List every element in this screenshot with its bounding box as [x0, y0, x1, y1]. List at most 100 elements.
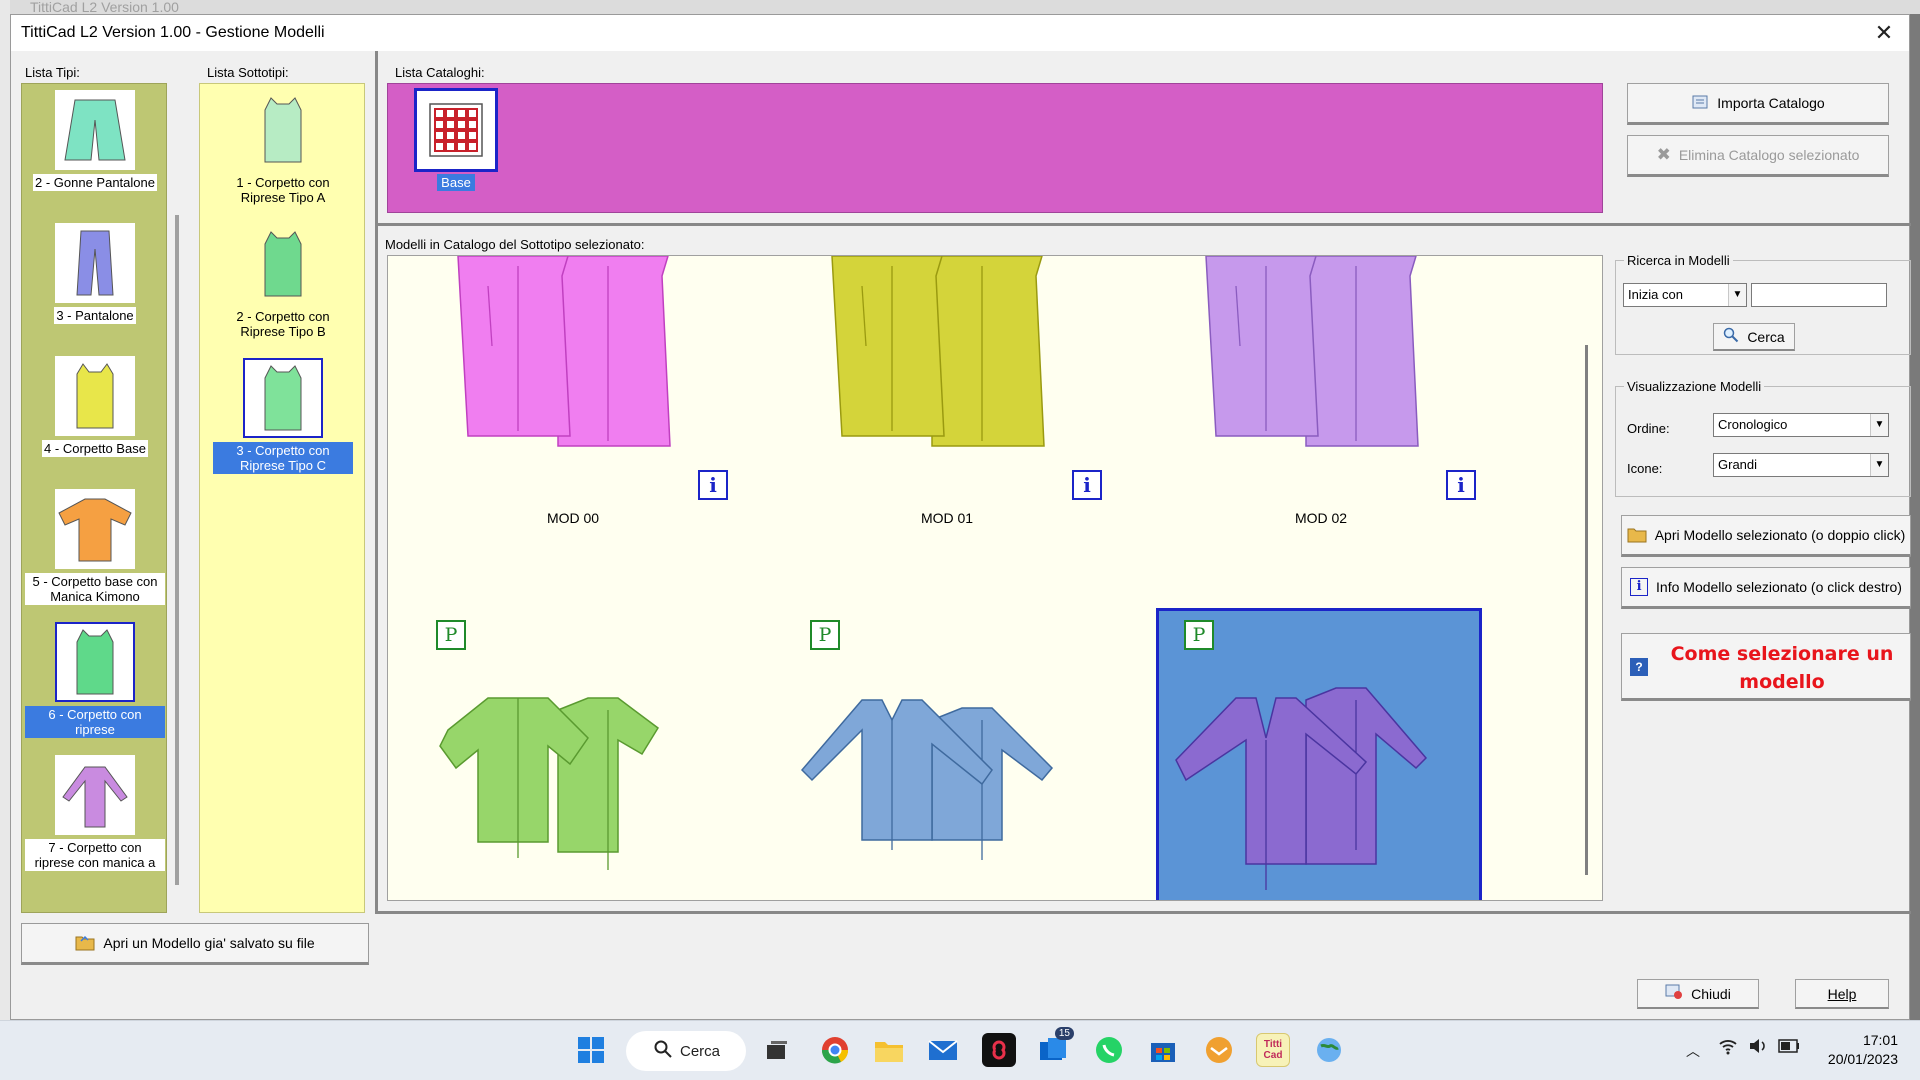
creative-cloud-icon[interactable]: [982, 1033, 1016, 1067]
model-card[interactable]: i MOD 00: [408, 256, 738, 566]
taskbar-search-label: Cerca: [680, 1042, 721, 1060]
models-scrollbar[interactable]: [1585, 345, 1588, 875]
pattern-badge-icon: P: [436, 620, 466, 650]
open-saved-model-label: Apri un Modello gia' salvato su file: [103, 935, 315, 951]
catalog-list[interactable]: Base: [387, 83, 1603, 213]
delete-icon: ✖: [1656, 145, 1671, 164]
whatsapp-icon[interactable]: [1092, 1033, 1126, 1067]
lista-sottotipi-item[interactable]: 3 - Corpetto con Riprese Tipo C: [213, 358, 353, 474]
search-input[interactable]: [1751, 283, 1887, 307]
outlook-icon[interactable]: 15: [1036, 1027, 1074, 1067]
horizontal-divider: [375, 223, 1911, 226]
lista-tipi-item[interactable]: 7 - Corpetto con riprese con manica a: [25, 755, 165, 871]
order-value: Cronologico: [1718, 417, 1788, 432]
mail-icon[interactable]: [926, 1033, 960, 1067]
store-icon[interactable]: [1146, 1033, 1180, 1067]
battery-icon[interactable]: [1778, 1039, 1800, 1056]
import-catalog-button[interactable]: Importa Catalogo: [1627, 83, 1889, 125]
chevron-down-icon: ▼: [1870, 454, 1888, 476]
model-card[interactable]: PiMOD 03: [408, 620, 738, 900]
garment-icon: [243, 224, 323, 304]
chevron-down-icon: ▼: [1870, 414, 1888, 436]
system-clock[interactable]: 17:01 20/01/2023: [1828, 1031, 1898, 1069]
model-caption: MOD 00: [408, 510, 738, 526]
model-card[interactable]: i MOD 02: [1156, 256, 1486, 566]
garment-icon: [55, 223, 135, 303]
taskbar-search[interactable]: Cerca: [626, 1031, 746, 1071]
background-window-edge: [0, 0, 10, 1020]
close-window-icon: [1665, 984, 1683, 1003]
open-model-button[interactable]: Apri Modello selezionato (o doppio click…: [1621, 515, 1911, 557]
help-icon: ?: [1630, 658, 1648, 676]
chrome-icon[interactable]: [818, 1033, 852, 1067]
lista-tipi-scrollbar[interactable]: [175, 215, 179, 885]
model-caption: MOD 01: [782, 510, 1112, 526]
info-model-button[interactable]: i Info Modello selezionato (o click dest…: [1621, 567, 1911, 609]
delete-catalog-button[interactable]: ✖ Elimina Catalogo selezionato: [1627, 135, 1889, 177]
search-button[interactable]: Cerca: [1713, 323, 1795, 351]
search-mode-select[interactable]: Inizia con ▼: [1623, 283, 1747, 307]
lista-sottotipi-item[interactable]: 1 - Corpetto con Riprese Tipo A: [213, 90, 353, 206]
lista-tipi-item[interactable]: 3 - Pantalone: [25, 223, 165, 324]
chevron-up-icon[interactable]: ︿: [1686, 1041, 1700, 1061]
close-button-label: Chiudi: [1691, 985, 1731, 1002]
catalog-grid-icon: [414, 88, 498, 172]
lista-tipi-item[interactable]: 5 - Corpetto base con Manica Kimono: [25, 489, 165, 605]
models-grid[interactable]: i MOD 00 i MOD 01 i MOD 02 PiMOD 03PiMOD 04PiM…: [387, 255, 1603, 901]
model-card[interactable]: PiMOD 04: [782, 620, 1112, 900]
folder-icon: [75, 933, 95, 954]
taskbar: Cerca 15 Titti Cad ︿ 17:01 20/01/2023: [0, 1020, 1920, 1080]
lista-sottotipi-item-label: 1 - Corpetto con Riprese Tipo A: [236, 175, 330, 205]
task-view-icon[interactable]: [760, 1033, 794, 1067]
wifi-icon[interactable]: [1718, 1037, 1738, 1058]
lista-tipi-panel[interactable]: 2 - Gonne Pantalone 3 - Pantalone 4 - Corp…: [21, 83, 167, 913]
network-map-icon[interactable]: [1312, 1033, 1346, 1067]
lista-tipi-item[interactable]: 6 - Corpetto con riprese: [25, 622, 165, 738]
info-model-label: Info Modello selezionato (o click destro…: [1656, 579, 1902, 595]
garment-drawing: [1156, 256, 1486, 504]
icons-select[interactable]: Grandi ▼: [1713, 453, 1889, 477]
search-button-label: Cerca: [1747, 328, 1785, 345]
order-select[interactable]: Cronologico ▼: [1713, 413, 1889, 437]
lista-cataloghi-label: Lista Cataloghi:: [395, 65, 485, 80]
model-caption-text: MOD 00: [546, 510, 600, 526]
view-group: Visualizzazione Modelli: [1615, 379, 1911, 497]
lista-tipi-item-label: 3 - Pantalone: [54, 307, 136, 324]
lista-sottotipi-panel[interactable]: 1 - Corpetto con Riprese Tipo A 2 - Corpe…: [199, 83, 365, 913]
file-explorer-icon[interactable]: [872, 1033, 906, 1067]
model-card[interactable]: PiMOD 05: [1156, 608, 1486, 900]
lista-tipi-item[interactable]: 2 - Gonne Pantalone: [25, 90, 165, 191]
garment-drawing: [782, 256, 1112, 504]
lista-tipi-item-label: 5 - Corpetto base con Manica Kimono: [25, 573, 165, 605]
how-to-select-label: Come selezionare un modello: [1670, 643, 1894, 693]
titticad-icon[interactable]: Titti Cad: [1256, 1033, 1290, 1067]
title-bar: TittiCad L2 Version 1.00 - Gestione Mode…: [11, 15, 1909, 51]
info-icon[interactable]: i: [698, 470, 728, 500]
bottom-divider: [375, 911, 1911, 914]
garment-drawing: [782, 650, 1112, 898]
volume-icon[interactable]: [1748, 1037, 1768, 1058]
info-icon[interactable]: i: [1446, 470, 1476, 500]
models-label: Modelli in Catalogo del Sottotipo selezi…: [385, 237, 645, 252]
window-title: TittiCad L2 Version 1.00 - Gestione Mode…: [21, 24, 325, 41]
delete-catalog-label: Elimina Catalogo selezionato: [1678, 147, 1860, 163]
close-icon[interactable]: ✕: [1869, 19, 1899, 47]
folder-icon: [1627, 525, 1647, 546]
info-icon[interactable]: i: [1072, 470, 1102, 500]
email-client-icon[interactable]: [1202, 1033, 1236, 1067]
help-button[interactable]: Help: [1795, 979, 1889, 1009]
open-saved-model-button[interactable]: Apri un Modello gia' salvato su file: [21, 923, 369, 965]
lista-sottotipi-item[interactable]: 2 - Corpetto con Riprese Tipo B: [213, 224, 353, 340]
model-card[interactable]: i MOD 01: [782, 256, 1112, 566]
help-button-label: Help: [1827, 985, 1857, 1002]
close-button[interactable]: Chiudi: [1637, 979, 1759, 1009]
lista-tipi-item[interactable]: 4 - Corpetto Base: [25, 356, 165, 457]
search-mode-value: Inizia con: [1628, 287, 1683, 302]
model-caption-text: MOD 01: [920, 510, 974, 526]
windows-start-icon[interactable]: [574, 1033, 608, 1067]
pattern-badge-icon: P: [810, 620, 840, 650]
import-catalog-label: Importa Catalogo: [1717, 95, 1825, 111]
how-to-select-button[interactable]: ? Come selezionare un modello: [1621, 633, 1911, 701]
catalog-item-base[interactable]: Base: [414, 88, 498, 191]
view-legend: Visualizzazione Modelli: [1627, 379, 1762, 394]
